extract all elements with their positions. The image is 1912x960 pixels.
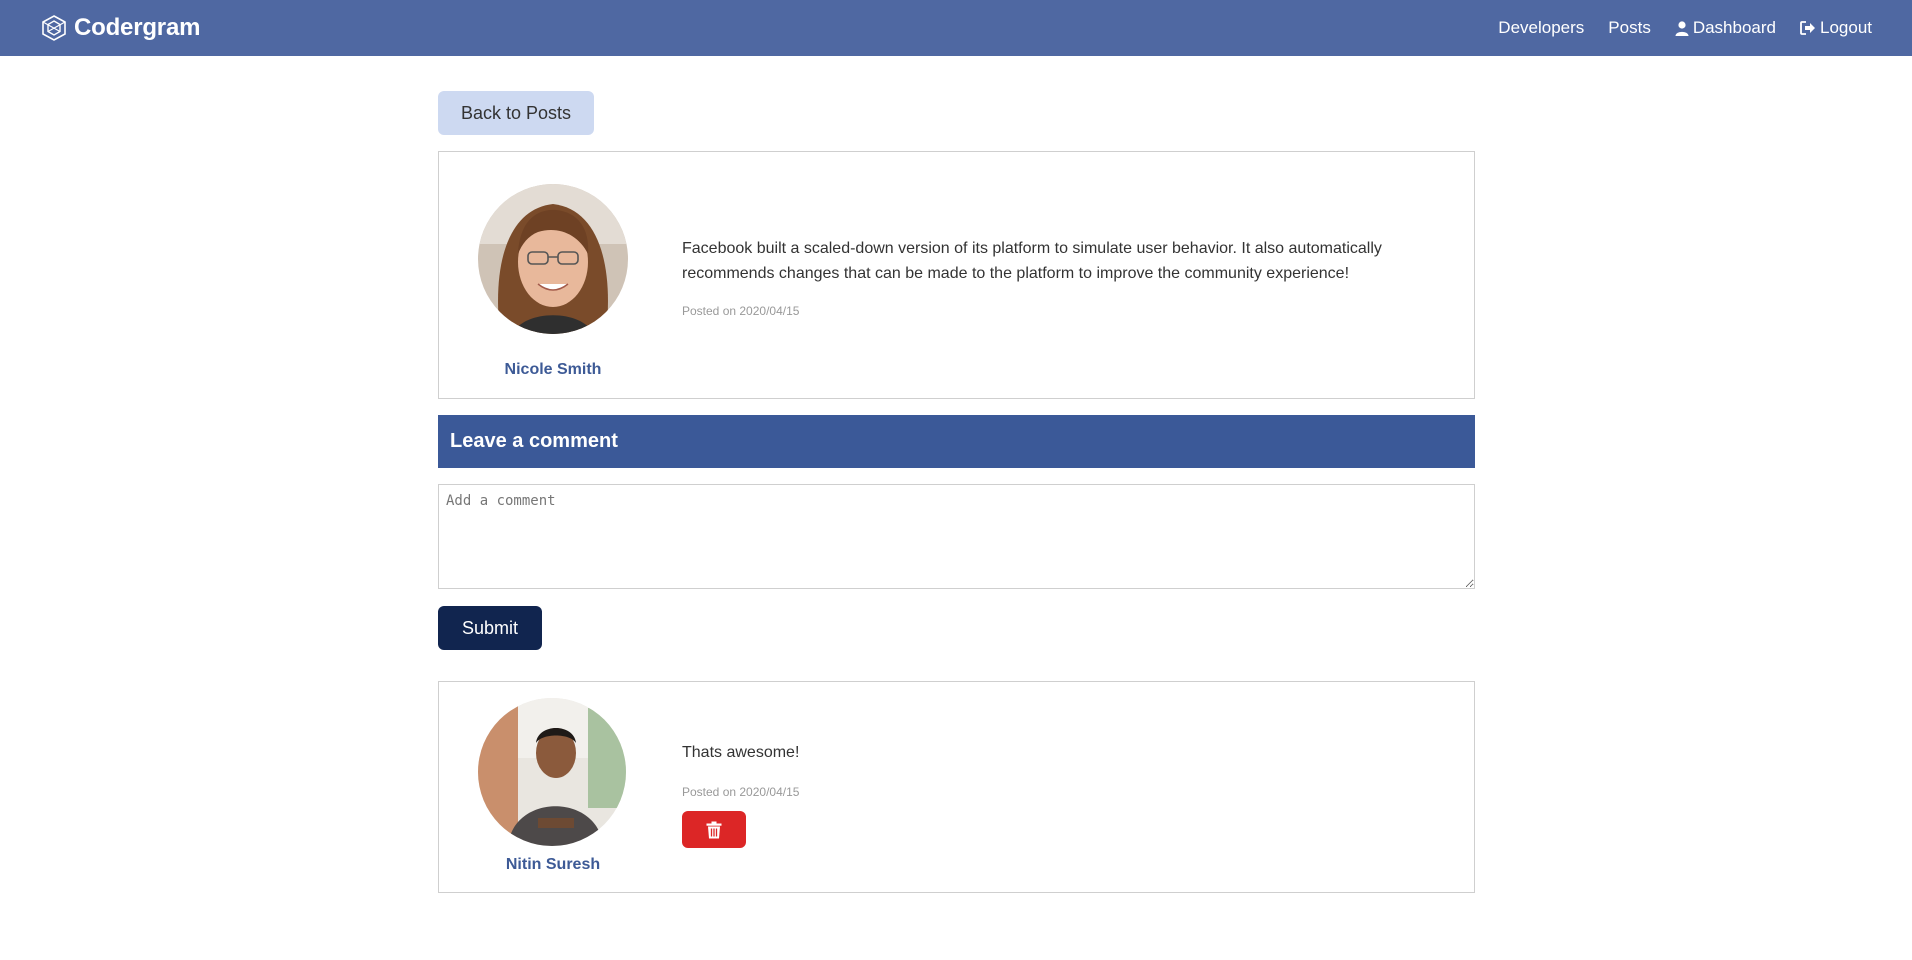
comment-input[interactable] [438,484,1475,589]
trash-icon [706,821,722,838]
comment-date: Posted on 2020/04/15 [682,785,800,799]
post-date: Posted on 2020/04/15 [682,304,800,318]
back-to-posts-button[interactable]: Back to Posts [438,91,594,135]
user-icon [1675,20,1689,36]
leave-comment-header: Leave a comment [438,415,1475,468]
nav-logout-link[interactable]: Logout [1800,18,1872,38]
comment-card: Nitin Suresh Thats awesome! Posted on 20… [438,681,1475,893]
post-author-name[interactable]: Nicole Smith [453,361,653,379]
author-avatar[interactable] [478,184,628,334]
nav-dashboard-link[interactable]: Dashboard [1675,18,1776,38]
comment-text: Thats awesome! [682,744,800,761]
navbar: Codergram Developers Posts Dashboard Log… [0,0,1912,56]
nav-posts-link[interactable]: Posts [1608,18,1651,38]
submit-comment-button[interactable]: Submit [438,606,542,650]
comment-author-name[interactable]: Nitin Suresh [453,856,653,874]
nav-links: Developers Posts Dashboard Logout [1474,18,1872,38]
post-body-text: Facebook built a scaled-down version of … [682,240,1382,282]
brand-logo[interactable]: Codergram [40,14,200,42]
sign-out-icon [1800,21,1815,35]
hexagon-logo-icon [42,15,66,41]
nav-dashboard-label: Dashboard [1692,18,1776,37]
author-photo [478,184,628,334]
post-card: Nicole Smith Facebook built a scaled-dow… [438,151,1475,399]
nav-logout-label: Logout [1820,18,1872,37]
delete-comment-button[interactable] [682,811,746,848]
commenter-avatar[interactable] [478,698,626,846]
commenter-photo [478,698,626,846]
brand-name: Codergram [74,14,201,41]
nav-developers-link[interactable]: Developers [1498,18,1584,38]
